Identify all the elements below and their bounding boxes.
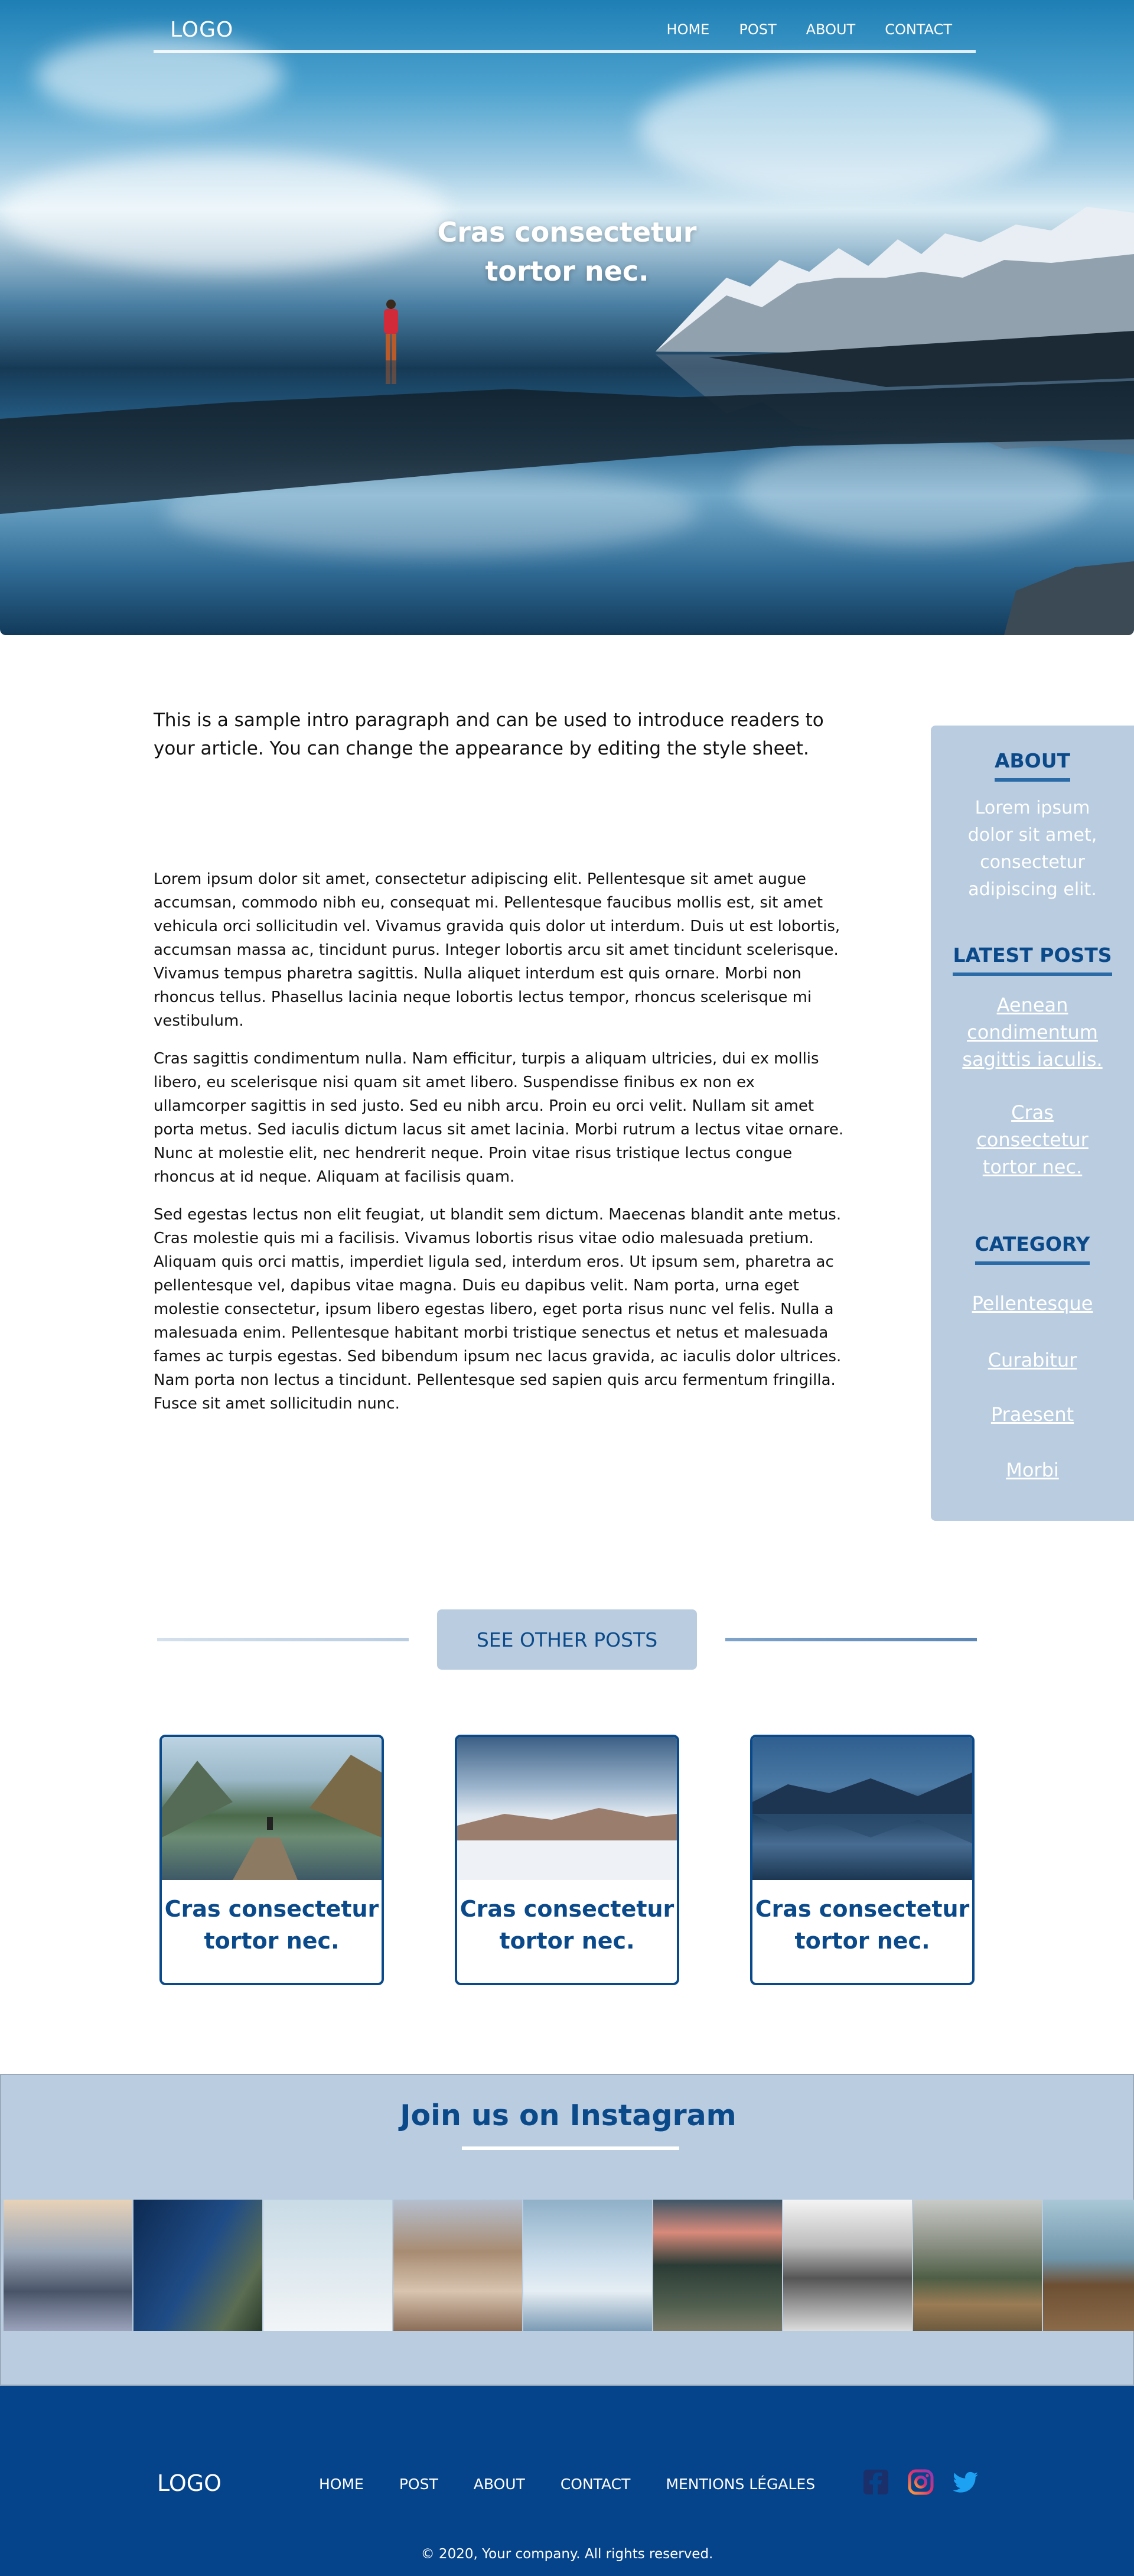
see-other-posts-button[interactable]: SEE OTHER POSTS xyxy=(437,1609,697,1670)
instagram-title-underline xyxy=(462,2146,679,2150)
category-link-pellentesque[interactable]: Pellentesque xyxy=(931,1290,1134,1317)
hero-title-line: tortor nec. xyxy=(485,255,649,287)
footer-contact-link[interactable]: CONTACT xyxy=(561,2476,631,2493)
sidebar-about-text: Lorem ipsum dolor sit amet, consectetur … xyxy=(967,798,1097,900)
article-paragraph: Cras sagittis condimentum nulla. Nam eff… xyxy=(154,1050,844,1186)
facebook-icon[interactable] xyxy=(862,2468,889,2496)
nav-post-link[interactable]: POST xyxy=(739,21,776,38)
post-card-title: Cras consectetur tortor nec. xyxy=(164,1896,379,1954)
hiker-figure xyxy=(384,300,398,384)
footer-logo[interactable]: LOGO xyxy=(157,2470,221,2496)
latest-post-link[interactable]: Aenean condimentum sagittis iaculis. xyxy=(960,991,1104,1073)
twitter-icon[interactable] xyxy=(952,2468,979,2496)
article-body: Lorem ipsum dolor sit amet, consectetur … xyxy=(154,867,850,1430)
post-card[interactable]: Cras consectetur tortor nec. xyxy=(750,1735,975,1985)
category-link-curabitur[interactable]: Curabitur xyxy=(931,1346,1134,1374)
hero-banner: LOGO HOME POST ABOUT CONTACT Cras consec… xyxy=(0,0,1134,635)
instagram-section: Join us on Instagram xyxy=(0,2074,1134,2386)
instagram-photo[interactable] xyxy=(783,2200,912,2331)
latest-post-link[interactable]: Cras consectetur tortor nec. xyxy=(954,1099,1110,1180)
instagram-photo[interactable] xyxy=(133,2200,262,2331)
instagram-gallery xyxy=(4,2200,1134,2331)
instagram-photo[interactable] xyxy=(523,2200,652,2331)
sidebar-about-heading: ABOUT xyxy=(994,749,1071,782)
instagram-photo[interactable] xyxy=(4,2200,132,2331)
nav-about-link[interactable]: ABOUT xyxy=(806,21,856,38)
copyright-text: © 2020, Your company. All rights reserve… xyxy=(421,2546,713,2562)
nav-contact-link[interactable]: CONTACT xyxy=(885,21,952,38)
instagram-photo[interactable] xyxy=(263,2200,392,2331)
footer-post-link[interactable]: POST xyxy=(399,2476,438,2493)
header-logo[interactable]: LOGO xyxy=(170,18,233,42)
post-card[interactable]: Cras consectetur tortor nec. xyxy=(455,1735,679,1985)
hero-title-line: Cras consectetur xyxy=(437,216,697,248)
instagram-photo[interactable] xyxy=(1043,2200,1134,2331)
nav-home-link[interactable]: HOME xyxy=(667,21,710,38)
post-card-title: Cras consectetur tortor nec. xyxy=(460,1896,674,1954)
social-links xyxy=(862,2468,979,2496)
instagram-photo[interactable] xyxy=(913,2200,1042,2331)
footer-home-link[interactable]: HOME xyxy=(319,2476,364,2493)
footer-nav: HOME POST ABOUT CONTACT MENTIONS LÉGALES xyxy=(319,2476,815,2493)
post-card-title: Cras consectetur tortor nec. xyxy=(755,1896,970,1954)
divider-line xyxy=(725,1638,977,1641)
post-card-image xyxy=(752,1737,972,1880)
sidebar: ABOUT Lorem ipsum dolor sit amet, consec… xyxy=(931,726,1134,1521)
instagram-photo[interactable] xyxy=(653,2200,782,2331)
post-card[interactable]: Cras consectetur tortor nec. xyxy=(159,1735,384,1985)
top-navigation: LOGO HOME POST ABOUT CONTACT xyxy=(154,0,976,53)
footer-about-link[interactable]: ABOUT xyxy=(474,2476,525,2493)
article-paragraph: Lorem ipsum dolor sit amet, consectetur … xyxy=(154,870,840,1030)
site-footer: LOGO HOME POST ABOUT CONTACT MENTIONS LÉ… xyxy=(0,2386,1134,2576)
instagram-photo[interactable] xyxy=(393,2200,522,2331)
mountain-illustration xyxy=(656,207,1134,635)
footer-legal-link[interactable]: MENTIONS LÉGALES xyxy=(666,2476,815,2493)
category-link-morbi[interactable]: Morbi xyxy=(931,1456,1134,1484)
category-link-praesent[interactable]: Praesent xyxy=(931,1401,1134,1428)
instagram-icon[interactable] xyxy=(907,2468,934,2496)
sidebar-category-heading: CATEGORY xyxy=(975,1232,1090,1265)
divider-line xyxy=(157,1638,409,1641)
sidebar-latest-heading: LATEST POSTS xyxy=(953,944,1112,976)
post-card-image xyxy=(457,1737,677,1880)
hero-title: Cras consectetur tortor nec. xyxy=(390,213,744,291)
instagram-title: Join us on Instagram xyxy=(400,2099,737,2132)
post-card-image xyxy=(162,1737,382,1880)
nav-menu: HOME POST ABOUT CONTACT xyxy=(667,21,952,38)
article-paragraph: Sed egestas lectus non elit feugiat, ut … xyxy=(154,1206,842,1413)
intro-paragraph: This is a sample intro paragraph and can… xyxy=(154,710,824,759)
